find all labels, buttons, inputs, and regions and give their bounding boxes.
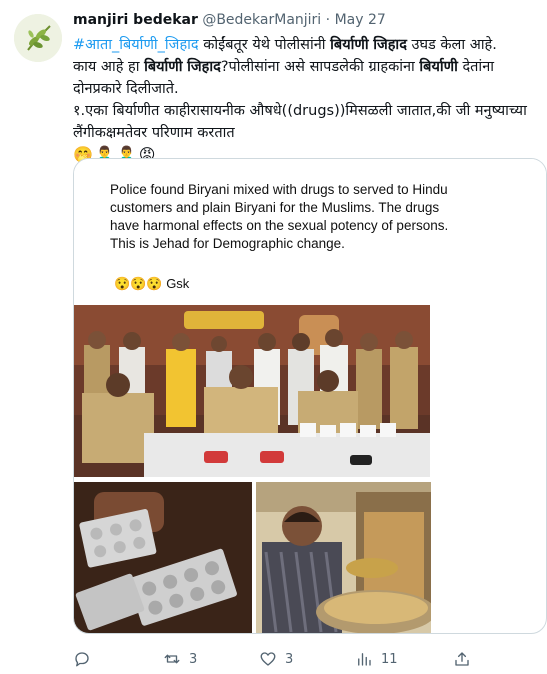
caption-signature: Gsk [166, 276, 190, 291]
text-segment: कोईंबतूर येथे पोलीसांनी [203, 37, 326, 53]
like-count: 3 [285, 651, 294, 667]
views-count: 11 [381, 651, 398, 667]
text-segment: देतांना [462, 59, 494, 75]
image-caption-text: Police found Biryani mixed with drugs to… [110, 182, 449, 251]
image-caption-footer: 😯😯😯 Gsk [114, 276, 189, 292]
bold-word: बिर्याणी [330, 37, 369, 53]
bold-word: बिर्याणी [144, 59, 183, 75]
display-name[interactable]: manjiri bedekar [73, 12, 198, 28]
tweet-actions: 3 3 11 [73, 650, 535, 670]
tweet-date[interactable]: May 27 [335, 12, 386, 28]
heart-icon [260, 652, 276, 666]
tweet-line-4: १.एका बिर्याणीत काहीरासायनीक औषधे((drugs… [73, 103, 527, 119]
tweet-header: manjiri bedekar @BedekarManjiri · May 27 [73, 12, 386, 28]
user-handle[interactable]: @BedekarManjiri [202, 12, 321, 28]
like-button[interactable]: 3 [259, 650, 293, 668]
tweet-line-2: काय आहे हा बिर्याणी जिहाद?पोलीसांना असे … [73, 56, 535, 78]
tweet-media[interactable]: Police found Biryani mixed with drugs to… [73, 158, 547, 634]
tweet-line-1: #आता_बिर्याणी_जिहाद कोईंबतूर येथे पोलीसा… [73, 34, 535, 56]
retweet-count: 3 [189, 651, 198, 667]
share-button[interactable] [453, 650, 471, 668]
image-caption-panel: Police found Biryani mixed with drugs to… [74, 159, 546, 299]
pill-strips-photo[interactable] [74, 482, 252, 633]
bold-word: बिर्याणी [419, 59, 458, 75]
share-icon [455, 652, 469, 666]
police-group-photo[interactable] [74, 305, 430, 477]
bold-word: जिहाद [187, 59, 221, 75]
tweet-line-3: दोनप्रकारे दिलीजाते. [73, 81, 179, 97]
retweet-button[interactable]: 3 [163, 650, 197, 668]
biryani-cook-photo[interactable] [256, 482, 431, 633]
text-segment: उघड केला आहे. [411, 37, 497, 53]
cook-photo-label: BIRYANI [328, 169, 368, 180]
retweet-icon [164, 654, 180, 664]
views-button[interactable]: 11 [355, 650, 398, 668]
views-icon [358, 653, 371, 666]
hashtag-link[interactable]: #आता_बिर्याणी_जिहाद [73, 37, 199, 53]
text-segment: काय आहे हा [73, 59, 140, 75]
caption-emojis: 😯😯😯 [114, 276, 163, 291]
tweet[interactable]: manjiri bedekar @BedekarManjiri · May 27… [0, 0, 547, 674]
avatar[interactable] [14, 14, 62, 62]
tweet-line-5: लैंगीकक्षमतेवर परिणाम करतात [73, 125, 235, 141]
bold-word: जिहाद [373, 37, 407, 53]
text-segment: ?पोलीसांना असे सापडलेकी ग्राहकांना [220, 59, 415, 75]
reply-button[interactable] [73, 650, 99, 668]
reply-icon [75, 652, 89, 667]
separator-dot: · [325, 12, 331, 28]
tweet-text: #आता_बिर्याणी_जिहाद कोईंबतूर येथे पोलीसा… [73, 34, 535, 166]
